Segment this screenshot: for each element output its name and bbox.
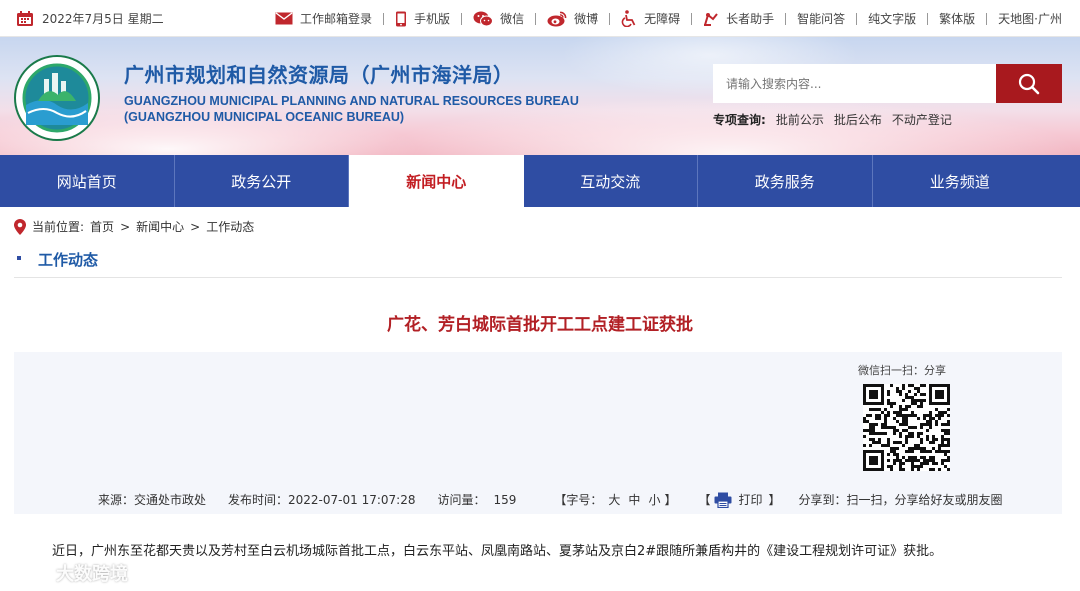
breadcrumb-news-center[interactable]: 新闻中心 <box>136 218 184 235</box>
watermark-logo-icon <box>10 562 50 584</box>
mobile-version-label: 手机版 <box>414 12 451 26</box>
traditional-chinese-label: 繁体版 <box>939 12 976 26</box>
print-label: 打印 <box>738 493 763 507</box>
wechat-icon <box>473 11 494 27</box>
share-to: 分享到：扫一扫，分享给好友或朋友圈 <box>798 493 1003 507</box>
calendar-icon <box>16 10 34 27</box>
divider <box>383 12 385 25</box>
mail-icon <box>275 12 293 25</box>
special-link-post-approval[interactable]: 批后公布 <box>834 111 882 128</box>
breadcrumb-separator: > <box>190 219 201 234</box>
search-box <box>713 64 1062 103</box>
accessibility-label: 无障碍 <box>644 12 681 26</box>
views-label: 访问量： <box>437 493 486 507</box>
date-display: 2022年7月5日 星期二 <box>16 10 164 27</box>
special-query: 专项查询: 批前公示 批后公布 不动产登记 <box>713 111 952 128</box>
divider <box>535 12 537 25</box>
print-close: 】 <box>768 493 781 507</box>
section-bullet <box>17 256 21 260</box>
tianditu-link[interactable]: 天地图·广州 <box>998 10 1062 27</box>
article-source: 来源：交通处市政处 <box>98 493 207 507</box>
print-button[interactable]: 打印 <box>714 491 763 508</box>
traditional-chinese-link[interactable]: 繁体版 <box>939 10 975 27</box>
search-icon <box>1018 73 1040 95</box>
weibo-link[interactable]: 微博 <box>547 10 598 27</box>
smart-qa-link[interactable]: 智能问答 <box>797 10 845 27</box>
divider <box>609 12 611 25</box>
elder-helper-icon <box>703 11 719 27</box>
site-title-en: GUANGZHOU MUNICIPAL PLANNING AND NATURAL… <box>124 94 579 108</box>
font-size-medium[interactable]: 中 <box>628 491 640 508</box>
weibo-label: 微博 <box>574 12 599 26</box>
breadcrumb-work-news[interactable]: 工作动态 <box>206 218 254 235</box>
breadcrumb-home[interactable]: 首页 <box>90 218 114 235</box>
mail-login-link[interactable]: 工作邮箱登录 <box>275 10 372 27</box>
printer-icon <box>714 492 732 508</box>
watermark: 大数跨境 <box>10 560 128 586</box>
nav-news-center[interactable]: 新闻中心 <box>349 155 524 207</box>
wechat-label: 微信 <box>500 12 525 26</box>
font-size-label: 【字号： <box>554 493 603 507</box>
watermark-text: 大数跨境 <box>56 564 128 585</box>
special-link-pre-approval[interactable]: 批前公示 <box>776 111 824 128</box>
nav-government-affairs[interactable]: 政务公开 <box>175 155 349 207</box>
section-title: 工作动态 <box>38 251 99 269</box>
divider <box>856 12 858 25</box>
article-title: 广花、芳白城际首批开工工点建工证获批 <box>387 315 693 335</box>
tianditu-label: 天地图·广州 <box>998 12 1062 26</box>
breadcrumb: 当前位置: 首页 > 新闻中心 > 工作动态 <box>14 218 254 235</box>
divider <box>691 12 693 25</box>
special-link-real-estate[interactable]: 不动产登记 <box>892 111 952 128</box>
font-size-close: 】 <box>664 493 677 507</box>
qr-share-label: 微信扫一扫：分享 <box>858 364 946 377</box>
mail-login-label: 工作邮箱登录 <box>300 12 373 26</box>
search-input[interactable] <box>713 64 996 103</box>
section-header: 工作动态 <box>14 248 1062 278</box>
date-text: 2022年7月5日 星期二 <box>42 12 164 26</box>
location-pin-icon <box>14 218 26 235</box>
weibo-icon <box>547 11 567 27</box>
text-version-link[interactable]: 纯文字版 <box>868 10 916 27</box>
site-title: 广州市规划和自然资源局（广州市海洋局） <box>124 63 514 87</box>
article-meta: 来源：交通处市政处 发布时间：2022-07-01 17:07:28 访问量： … <box>98 491 1003 508</box>
text-version-label: 纯文字版 <box>868 12 917 26</box>
site-subtitle-en: (GUANGZHOU MUNICIPAL OCEANIC BUREAU) <box>124 110 405 124</box>
special-query-label: 专项查询: <box>713 113 766 127</box>
mobile-version-link[interactable]: 手机版 <box>395 10 450 27</box>
divider <box>927 12 929 25</box>
divider <box>785 12 787 25</box>
accessibility-icon <box>621 10 637 27</box>
search-button[interactable] <box>996 64 1062 103</box>
breadcrumb-separator: > <box>120 219 131 234</box>
print-open: 【 <box>698 493 711 507</box>
elder-helper-label: 长者助手 <box>726 12 775 26</box>
divider <box>461 12 463 25</box>
breadcrumb-label: 当前位置: <box>32 220 85 234</box>
views-count: 159 <box>493 492 517 507</box>
bureau-logo[interactable] <box>14 55 100 141</box>
article-info-box: 微信扫一扫：分享 来源：交通处市政处 发布时间：2022-07-01 17:07… <box>14 352 1062 514</box>
smart-qa-label: 智能问答 <box>797 12 846 26</box>
nav-business-channel[interactable]: 业务频道 <box>873 155 1048 207</box>
header-banner: 广州市规划和自然资源局（广州市海洋局） GUANGZHOU MUNICIPAL … <box>0 37 1080 155</box>
elder-helper-link[interactable]: 长者助手 <box>703 10 774 27</box>
main-nav: 网站首页 政务公开 新闻中心 互动交流 政务服务 业务频道 <box>0 155 1080 207</box>
mobile-icon <box>395 11 407 27</box>
nav-interaction[interactable]: 互动交流 <box>524 155 698 207</box>
article-publish-time: 发布时间：2022-07-01 17:07:28 <box>228 493 416 507</box>
top-links: 工作邮箱登录 手机版 微信 微博 无障碍 长者助手 智能问答 纯文字版 繁体版 … <box>275 10 1062 27</box>
nav-government-services[interactable]: 政务服务 <box>698 155 873 207</box>
font-size-small[interactable]: 小 <box>648 491 660 508</box>
wechat-link[interactable]: 微信 <box>473 10 524 27</box>
font-size-large[interactable]: 大 <box>608 491 620 508</box>
article-body: 近日，广州东至花都天贵以及芳村至白云机场城际首批工点，白云东平站、凤凰南路站、夏… <box>52 544 943 559</box>
top-bar: 2022年7月5日 星期二 工作邮箱登录 手机版 微信 微博 无障碍 长者助手 … <box>0 0 1080 37</box>
accessibility-link[interactable]: 无障碍 <box>621 10 680 27</box>
share-qr-code <box>863 384 950 471</box>
divider <box>986 12 988 25</box>
nav-home[interactable]: 网站首页 <box>0 155 175 207</box>
